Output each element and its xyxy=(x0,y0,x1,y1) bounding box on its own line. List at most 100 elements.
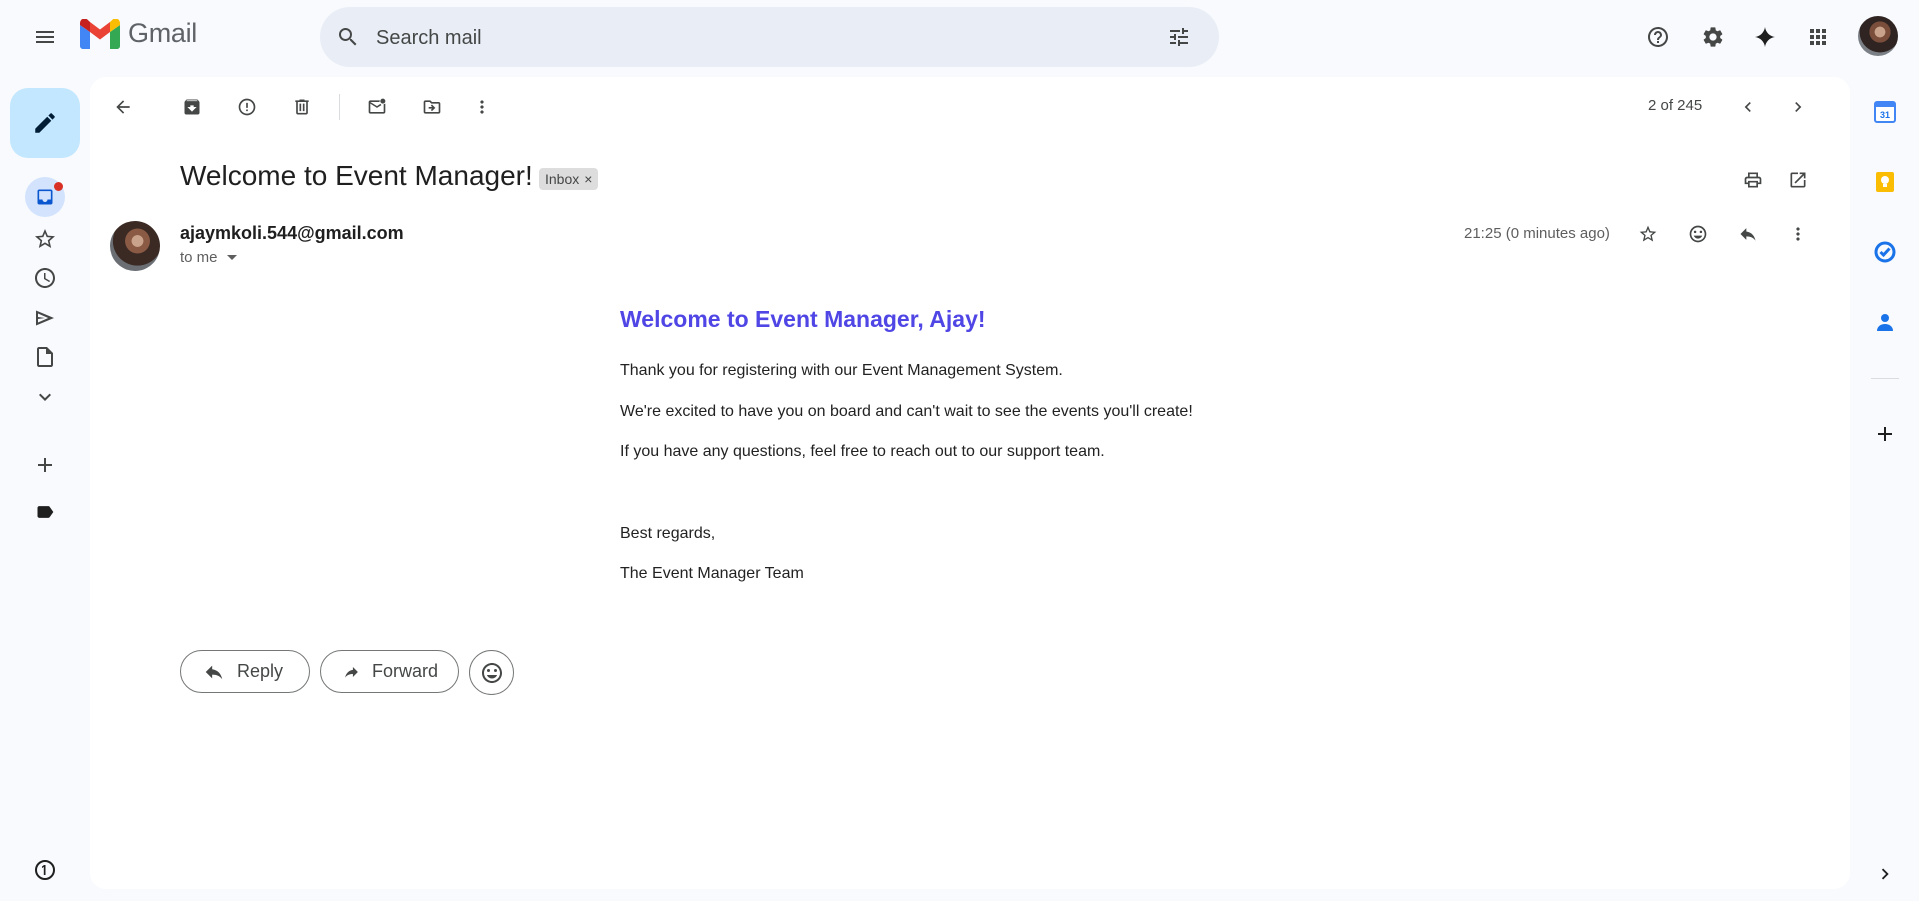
message-pane xyxy=(90,77,1850,889)
gmail-wordmark: Gmail xyxy=(128,18,198,48)
search-input[interactable] xyxy=(374,7,1138,69)
archive-button[interactable] xyxy=(172,87,212,127)
sender-avatar[interactable] xyxy=(110,221,160,271)
caret-down-icon xyxy=(226,254,237,260)
gmail-m-icon xyxy=(80,18,120,49)
pencil-icon xyxy=(35,113,55,133)
back-to-inbox-button[interactable] xyxy=(103,87,143,127)
unread-indicator-dot xyxy=(54,182,63,191)
add-reaction-button[interactable] xyxy=(1678,214,1718,254)
reply-button[interactable]: Reply xyxy=(180,650,310,693)
search-icon xyxy=(339,28,357,46)
delete-button[interactable] xyxy=(282,87,322,127)
mark-unread-button[interactable] xyxy=(357,87,397,127)
email-subject: Welcome to Event Manager! xyxy=(180,160,533,191)
create-label-button[interactable] xyxy=(25,445,65,485)
open-new-window-button[interactable] xyxy=(1778,160,1818,200)
apps-grid-icon xyxy=(1810,29,1826,45)
account-avatar[interactable] xyxy=(1858,16,1898,56)
email-body-line: If you have any questions, feel free to … xyxy=(620,443,1105,460)
calendar-icon: 31 xyxy=(1874,101,1896,123)
move-to-button[interactable] xyxy=(412,87,452,127)
remove-label-icon[interactable]: × xyxy=(584,171,592,187)
compose-button[interactable] xyxy=(10,88,80,158)
open-in-new-icon xyxy=(1790,172,1806,188)
reply-icon xyxy=(205,665,223,679)
print-all-button[interactable] xyxy=(1733,160,1773,200)
emoji-icon xyxy=(1689,225,1707,243)
inbox-icon xyxy=(37,189,53,205)
sidebar-item-starred[interactable] xyxy=(25,219,65,259)
star-outline-icon xyxy=(35,229,55,248)
settings-button[interactable] xyxy=(1693,17,1733,57)
emoji-reaction-button[interactable] xyxy=(469,650,514,695)
get-addons-button[interactable] xyxy=(1871,420,1899,448)
sidebar-item-inbox[interactable] xyxy=(25,177,65,217)
older-message-button[interactable] xyxy=(1778,87,1818,127)
search-button[interactable] xyxy=(328,17,368,57)
search-bar[interactable] xyxy=(320,7,1219,69)
main-menu-button[interactable] xyxy=(25,17,65,57)
inbox-label-text: Inbox xyxy=(545,171,580,187)
sidebar-item-snoozed[interactable] xyxy=(25,258,65,298)
sparkle-icon xyxy=(1755,27,1775,47)
support-button[interactable] xyxy=(1638,17,1678,57)
sidebar-item-label[interactable] xyxy=(25,492,65,532)
activity-status-button[interactable] xyxy=(25,850,65,890)
forward-label: Forward xyxy=(371,661,438,681)
chevron-right-icon xyxy=(1795,102,1802,112)
sidebar-more-button[interactable] xyxy=(25,377,65,417)
forward-icon xyxy=(345,666,358,678)
emoji-icon xyxy=(481,662,502,683)
reply-label: Reply xyxy=(237,661,284,681)
star-button[interactable] xyxy=(1628,214,1668,254)
gmail-logo[interactable]: Gmail xyxy=(80,18,197,49)
print-icon xyxy=(1744,172,1762,188)
reply-icon xyxy=(1740,228,1756,241)
report-icon xyxy=(238,98,256,116)
chevron-left-icon xyxy=(1744,102,1751,112)
email-signoff: Best regards, xyxy=(620,525,716,542)
sidebar-item-sent[interactable] xyxy=(25,298,65,338)
draft-file-icon xyxy=(37,347,53,367)
forward-button[interactable]: Forward xyxy=(320,650,459,693)
inbox-label-chip[interactable]: Inbox × xyxy=(539,168,599,190)
toolbar-divider xyxy=(339,94,340,120)
archive-icon xyxy=(184,99,200,115)
plus-icon xyxy=(1878,427,1892,441)
mark-email-unread-icon xyxy=(368,98,386,114)
circle-one-icon xyxy=(35,860,55,880)
sender-email[interactable]: ajaymkoli.544@gmail.com xyxy=(180,223,404,244)
gemini-button[interactable] xyxy=(1745,17,1785,57)
message-more-button[interactable] xyxy=(1778,214,1818,254)
hamburger-menu-icon xyxy=(36,31,54,43)
tune-icon xyxy=(1170,28,1188,46)
send-icon xyxy=(36,310,54,326)
more-vert-icon xyxy=(1796,227,1800,241)
email-body-line: We're excited to have you on board and c… xyxy=(620,403,1193,420)
report-spam-button[interactable] xyxy=(227,87,267,127)
more-vert-icon xyxy=(480,100,484,114)
clock-icon xyxy=(35,268,55,288)
message-counter: 2 of 245 xyxy=(1648,97,1703,114)
gear-icon xyxy=(1703,27,1723,47)
trash-icon xyxy=(295,99,309,115)
reply-quick-button[interactable] xyxy=(1728,214,1768,254)
contacts-app-button[interactable] xyxy=(1871,308,1899,336)
plus-icon xyxy=(38,458,52,472)
newer-message-button[interactable] xyxy=(1728,87,1768,127)
show-side-panel-button[interactable] xyxy=(1871,860,1899,888)
sidebar-item-drafts[interactable] xyxy=(25,337,65,377)
keep-bulb-icon xyxy=(1876,172,1894,192)
google-apps-button[interactable] xyxy=(1798,17,1838,57)
recipient-details[interactable]: to me xyxy=(180,249,238,266)
email-signature: The Event Manager Team xyxy=(620,565,804,582)
tasks-app-button[interactable] xyxy=(1871,238,1899,266)
calendar-app-button[interactable]: 31 xyxy=(1871,98,1899,126)
keep-app-button[interactable] xyxy=(1871,168,1899,196)
search-options-button[interactable] xyxy=(1159,17,1199,57)
label-tag-icon xyxy=(37,506,54,518)
arrow-back-icon xyxy=(116,100,130,114)
more-options-button[interactable] xyxy=(462,87,502,127)
recipient-text: to me xyxy=(180,249,218,266)
